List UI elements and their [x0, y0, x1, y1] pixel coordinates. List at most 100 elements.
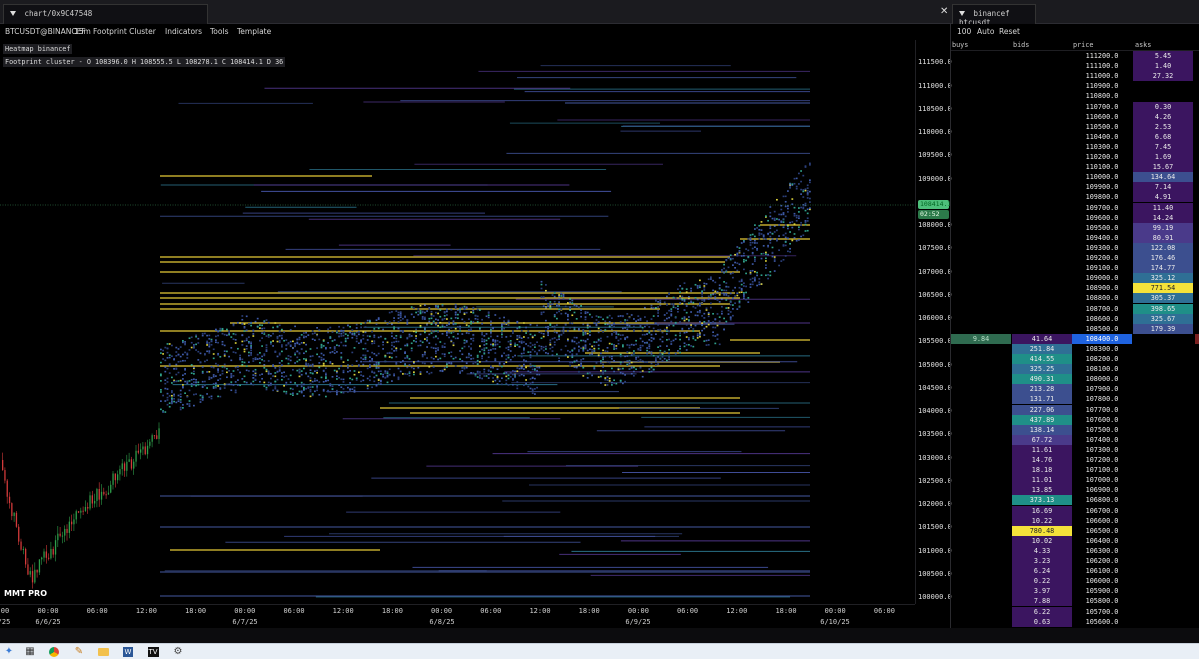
- bid-row[interactable]: 373.13 106800.0: [951, 495, 1199, 506]
- ask-row[interactable]: 109500.0 99.19: [951, 222, 1199, 233]
- ask-row[interactable]: 110900.0: [951, 81, 1199, 91]
- bid-row[interactable]: 780.48 106500.0: [951, 525, 1199, 536]
- cluster-cell: [784, 232, 787, 235]
- tools-menu[interactable]: Tools: [210, 27, 228, 36]
- bid-row[interactable]: 437.89 107600.0: [951, 414, 1199, 425]
- ask-row[interactable]: 111000.0 27.32: [951, 71, 1199, 82]
- ask-row[interactable]: 108800.0 305.37: [951, 293, 1199, 304]
- cluster-cell: [417, 344, 420, 347]
- chart-tab[interactable]: chart/0x9C47548: [3, 4, 208, 24]
- ask-row[interactable]: 110300.0 7.45: [951, 141, 1199, 152]
- indicators-menu[interactable]: Indicators: [165, 27, 202, 36]
- settings-icon[interactable]: ⚙: [172, 646, 184, 658]
- ask-row[interactable]: 110400.0 6.68: [951, 131, 1199, 142]
- ask-row[interactable]: 109900.0 7.14: [951, 182, 1199, 193]
- cluster-cell: [481, 332, 483, 334]
- tradingview-icon[interactable]: TV: [147, 646, 159, 658]
- ask-row[interactable]: 108900.0 771.54: [951, 283, 1199, 294]
- cluster-cell: [474, 361, 477, 364]
- ask-row[interactable]: 109800.0 4.91: [951, 192, 1199, 203]
- cluster-cell: [340, 330, 343, 332]
- template-menu[interactable]: Template: [237, 27, 271, 36]
- ask-row[interactable]: 109600.0 14.24: [951, 212, 1199, 223]
- bid-row[interactable]: 131.71 107800.0: [951, 394, 1199, 405]
- bid-row[interactable]: 325.25 108100.0: [951, 364, 1199, 375]
- cluster-cell: [454, 311, 457, 314]
- ask-row[interactable]: 110500.0 2.53: [951, 121, 1199, 132]
- start-icon[interactable]: ✦: [3, 646, 15, 658]
- cluster-cell: [426, 371, 428, 373]
- cluster-cell: [340, 365, 343, 367]
- heatmap-label[interactable]: Heatmap binancef: [3, 44, 73, 54]
- bid-row[interactable]: 6.24 106100.0: [951, 566, 1199, 577]
- bid-row[interactable]: 213.28 107900.0: [951, 384, 1199, 395]
- bid-row[interactable]: 18.18 107100.0: [951, 465, 1199, 476]
- cluster-cell: [336, 371, 338, 374]
- paint-icon[interactable]: ✎: [73, 646, 85, 658]
- bid-row[interactable]: 4.33 106300.0: [951, 545, 1199, 556]
- bid-row[interactable]: 10.22 106600.0: [951, 515, 1199, 526]
- bid-row[interactable]: 414.55 108200.0: [951, 354, 1199, 364]
- folder-icon[interactable]: [97, 646, 109, 658]
- cluster-cell: [571, 302, 574, 304]
- cluster-cell: [470, 358, 472, 360]
- cluster-cell: [743, 260, 745, 263]
- chrome-icon[interactable]: [48, 646, 60, 658]
- close-chart-icon[interactable]: ✕: [940, 6, 948, 17]
- bid-row[interactable]: 7.88 105800.0: [951, 596, 1199, 607]
- ask-row[interactable]: 110700.0 0.30: [951, 101, 1199, 112]
- bid-row[interactable]: 0.63 105600.0: [951, 616, 1199, 627]
- bid-row[interactable]: 3.97 105900.0: [951, 586, 1199, 597]
- word-icon[interactable]: W: [122, 646, 134, 658]
- auto-button[interactable]: Auto: [977, 27, 994, 36]
- heatmap-chart[interactable]: [0, 40, 915, 604]
- bid-row[interactable]: 13.85 106900.0: [951, 485, 1199, 496]
- interval-selector[interactable]: 15m: [74, 27, 91, 36]
- bid-row[interactable]: 11.61 107300.0: [951, 444, 1199, 455]
- ask-row[interactable]: 109700.0 11.40: [951, 202, 1199, 213]
- ask-row[interactable]: 109400.0 80.91: [951, 232, 1199, 243]
- orderbook-mid-row[interactable]: 9.84 41.64 108400.0: [951, 333, 1199, 344]
- reset-button[interactable]: Reset: [999, 27, 1020, 36]
- footprint-cluster-menu[interactable]: Footprint Cluster: [93, 27, 156, 36]
- ask-row[interactable]: 110800.0: [951, 91, 1199, 101]
- bid-row[interactable]: 6.22 105700.0: [951, 606, 1199, 617]
- bid-row[interactable]: 14.76 107200.0: [951, 455, 1199, 465]
- bid-row[interactable]: 11.01 107000.0: [951, 475, 1199, 486]
- bid-row[interactable]: 67.72 107400.0: [951, 434, 1199, 445]
- bid-row[interactable]: 0.22 106000.0: [951, 576, 1199, 587]
- bid-row[interactable]: 251.84 108300.0: [951, 343, 1199, 354]
- cluster-cell: [595, 362, 598, 364]
- bid-row[interactable]: 3.23 106200.0: [951, 556, 1199, 566]
- cluster-cell: [305, 335, 307, 338]
- ask-row[interactable]: 109300.0 122.08: [951, 242, 1199, 253]
- cluster-cell: [613, 360, 615, 362]
- bid-row[interactable]: 138.14 107500.0: [951, 424, 1199, 435]
- ask-row[interactable]: 109200.0 176.46: [951, 253, 1199, 263]
- cluster-cell: [377, 345, 380, 347]
- ask-row[interactable]: 110600.0 4.26: [951, 111, 1199, 122]
- cluster-cell: [756, 242, 758, 244]
- ask-row[interactable]: 109100.0 174.77: [951, 263, 1199, 274]
- footprint-label[interactable]: Footprint cluster - O 108396.0 H 108555.…: [3, 57, 286, 67]
- cluster-cell: [472, 362, 475, 365]
- orderbook-tab[interactable]: binancef btcusdt: [952, 4, 1036, 27]
- ask-row[interactable]: 108600.0 325.67: [951, 313, 1199, 324]
- bid-row[interactable]: 10.02 106400.0: [951, 535, 1199, 546]
- bid-row[interactable]: 227.06 107700.0: [951, 404, 1199, 415]
- bid-row[interactable]: 16.69 106700.0: [951, 505, 1199, 516]
- cluster-cell: [184, 351, 186, 354]
- ask-row[interactable]: 108700.0 398.65: [951, 303, 1199, 314]
- ask-row[interactable]: 111200.0 5.45: [951, 51, 1199, 61]
- bid-row[interactable]: 490.31 108000.0: [951, 374, 1199, 385]
- ask-row[interactable]: 110100.0 15.67: [951, 162, 1199, 173]
- ask-row[interactable]: 110200.0 1.69: [951, 152, 1199, 162]
- ask-row[interactable]: 110000.0 134.64: [951, 172, 1199, 183]
- ask-row[interactable]: 109000.0 325.12: [951, 273, 1199, 284]
- cluster-cell: [674, 321, 677, 324]
- ask-row[interactable]: 108500.0 179.39: [951, 323, 1199, 334]
- cluster-cell: [212, 375, 215, 378]
- ask-row[interactable]: 111100.0 1.40: [951, 61, 1199, 72]
- task-view-icon[interactable]: ▦: [24, 646, 36, 658]
- depth-selector[interactable]: 100: [957, 27, 971, 36]
